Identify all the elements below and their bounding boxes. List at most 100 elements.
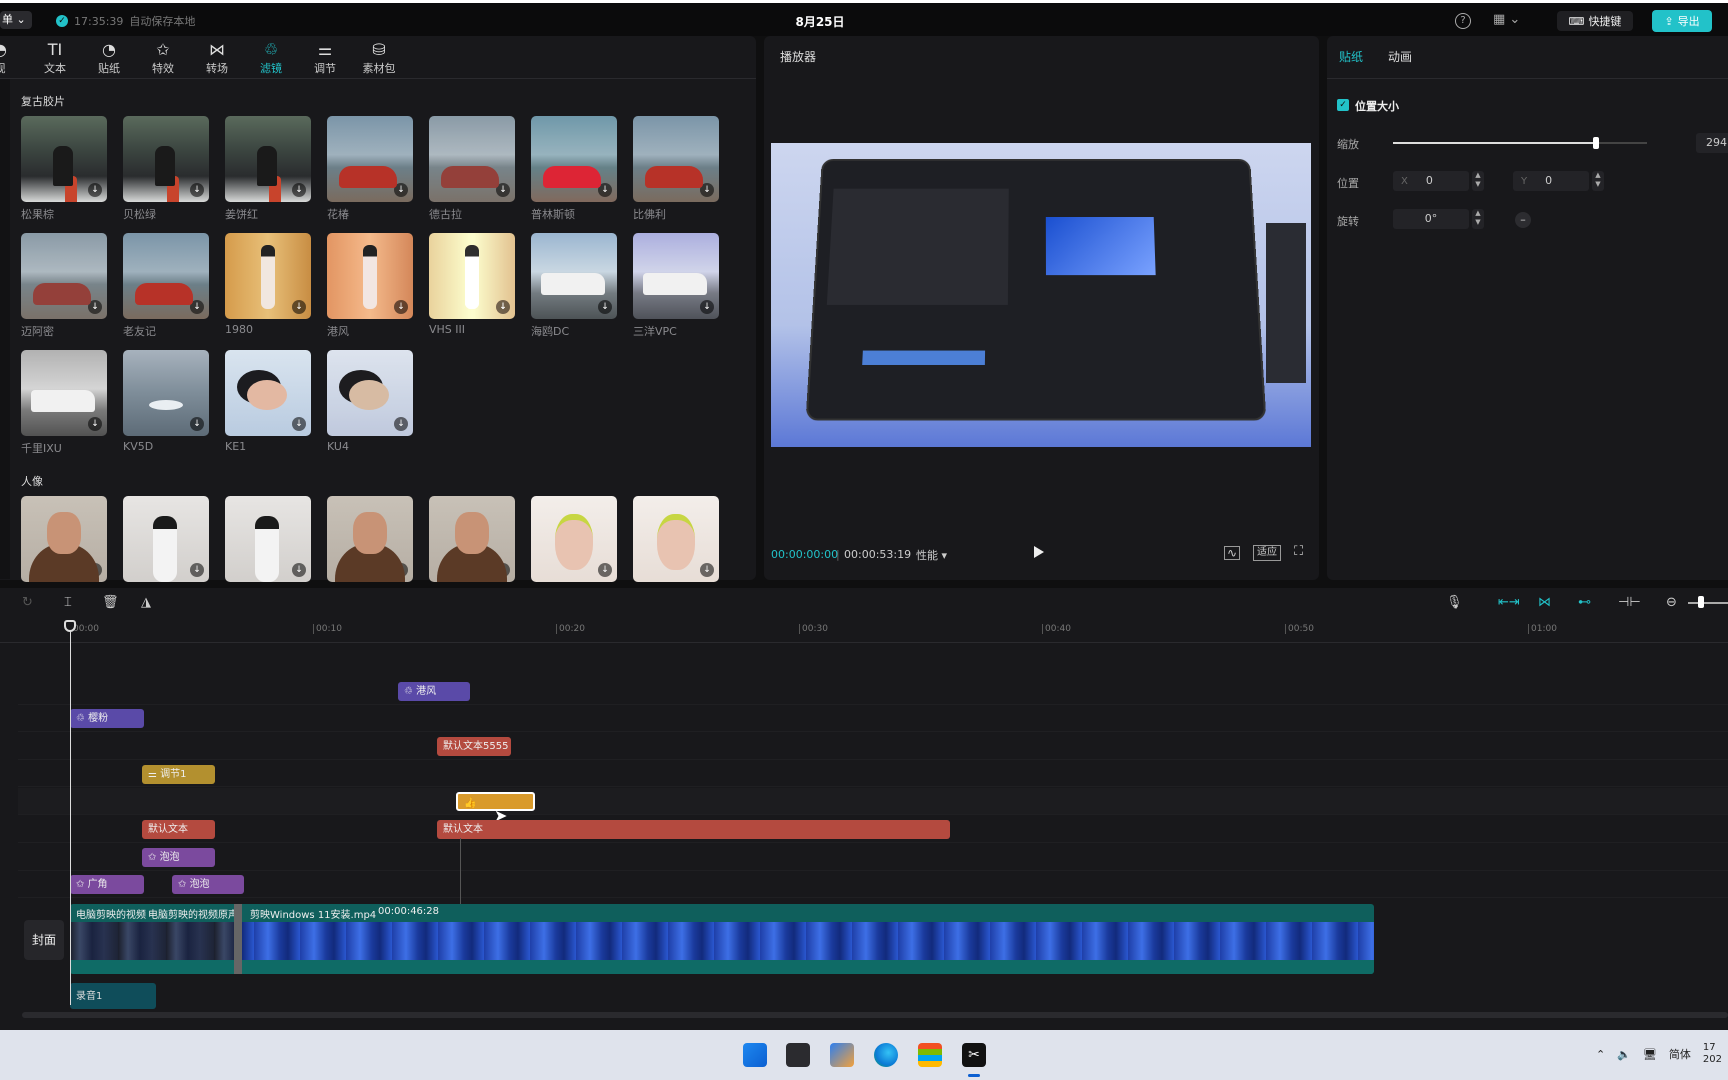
filter-item[interactable]: ↓ 花椿 bbox=[327, 116, 413, 233]
filter-clip[interactable]: ♲ 港风 bbox=[398, 682, 470, 701]
filter-item[interactable]: ↓ 1980 bbox=[225, 233, 311, 350]
download-icon[interactable]: ↓ bbox=[598, 300, 612, 314]
filter-thumbnail[interactable]: ↓ bbox=[327, 350, 413, 436]
filter-item[interactable]: ↓ 德古拉 bbox=[429, 116, 515, 233]
filter-thumbnail[interactable]: ↓ bbox=[327, 233, 413, 319]
filter-thumbnail[interactable]: ↓ bbox=[21, 350, 107, 436]
position-y-input[interactable]: Y0 bbox=[1513, 171, 1589, 191]
tab-package[interactable]: ⛁ 素材包 bbox=[352, 36, 406, 78]
performance-dropdown[interactable]: 性能 ▾ bbox=[916, 547, 947, 563]
scale-input[interactable]: 294 bbox=[1696, 133, 1728, 153]
filter-item[interactable]: ↓ 普林斯顿 bbox=[531, 116, 617, 233]
rotate-stepper[interactable]: ▲ ▼ bbox=[1472, 209, 1484, 229]
microphone-icon[interactable]: 🎙 bbox=[1446, 595, 1463, 610]
filter-thumbnail[interactable]: ↓ bbox=[123, 496, 209, 582]
filter-thumbnail[interactable]: ↓ bbox=[633, 116, 719, 202]
main-video-track[interactable]: 电脑剪映的视频 电脑剪映的视频原声 剪映Windows 11安装.mp4 00:… bbox=[70, 904, 1374, 974]
download-icon[interactable]: ↓ bbox=[700, 183, 714, 197]
filter-thumbnail[interactable]: ↓ bbox=[123, 350, 209, 436]
download-icon[interactable]: ↓ bbox=[496, 563, 510, 577]
filter-item[interactable]: ↓ 港风 bbox=[327, 233, 413, 350]
filter-item[interactable]: ↓ KV5D bbox=[123, 350, 209, 467]
download-icon[interactable]: ↓ bbox=[88, 417, 102, 431]
windows-start-icon[interactable] bbox=[743, 1043, 767, 1067]
clock[interactable]: 17 202 bbox=[1703, 1042, 1722, 1066]
download-icon[interactable]: ↓ bbox=[496, 300, 510, 314]
filter-thumbnail[interactable]: ↓ bbox=[429, 116, 515, 202]
filter-thumbnail[interactable]: ↓ bbox=[123, 233, 209, 319]
filter-thumbnail[interactable]: ↓ bbox=[123, 116, 209, 202]
tab-adjust[interactable]: ⚌ 调节 bbox=[298, 36, 352, 78]
filter-thumbnail[interactable]: ↓ bbox=[633, 496, 719, 582]
filter-thumbnail[interactable]: ↓ bbox=[21, 116, 107, 202]
tab-audio[interactable]: ◔ 视频 bbox=[0, 36, 10, 78]
widgets-icon[interactable] bbox=[830, 1043, 854, 1067]
download-icon[interactable]: ↓ bbox=[190, 300, 204, 314]
download-icon[interactable]: ↓ bbox=[394, 417, 408, 431]
effect-clip[interactable]: ✩ 泡泡 bbox=[172, 875, 244, 894]
y-stepper[interactable]: ▲ ▼ bbox=[1592, 171, 1604, 191]
filter-item[interactable]: ↓ KU4 bbox=[327, 350, 413, 467]
download-icon[interactable]: ↓ bbox=[292, 183, 306, 197]
filter-thumbnail[interactable]: ↓ bbox=[531, 496, 617, 582]
fullscreen-icon[interactable]: ⛶ bbox=[1294, 544, 1303, 559]
download-icon[interactable]: ↓ bbox=[88, 300, 102, 314]
filter-item[interactable]: ↓ 老友记 bbox=[123, 233, 209, 350]
rotate-reset-icon[interactable]: – bbox=[1515, 212, 1531, 228]
auto-snap-icon[interactable]: ⋈ bbox=[1538, 595, 1551, 610]
task-view-icon[interactable] bbox=[786, 1043, 810, 1067]
audio-clip[interactable]: 录音1 bbox=[70, 983, 156, 1009]
help-icon[interactable]: ? bbox=[1455, 13, 1471, 29]
filter-thumbnail[interactable]: ↓ bbox=[21, 233, 107, 319]
filter-item[interactable]: ↓ 姜饼红 bbox=[225, 116, 311, 233]
split-icon[interactable]: ⌶ bbox=[64, 595, 72, 610]
edge-icon[interactable] bbox=[874, 1043, 898, 1067]
timeline-scrollbar[interactable] bbox=[22, 1012, 1728, 1018]
volume-icon[interactable]: 🔈 bbox=[1617, 1048, 1631, 1061]
delete-icon[interactable]: 🗑 bbox=[102, 595, 119, 610]
preview-axis-icon[interactable]: ⊣⊢ bbox=[1618, 595, 1641, 610]
download-icon[interactable]: ↓ bbox=[394, 183, 408, 197]
waveform-icon[interactable]: ∿ bbox=[1224, 546, 1241, 560]
download-icon[interactable]: ↓ bbox=[700, 563, 714, 577]
adjust-clip[interactable]: ⚌ 调节1 bbox=[142, 765, 215, 784]
filter-item[interactable]: ↓ 松果棕 bbox=[21, 116, 107, 233]
mirror-icon[interactable]: ◮ bbox=[141, 595, 151, 610]
store-icon[interactable] bbox=[918, 1043, 942, 1067]
filter-item[interactable]: ↓ 贝松绿 bbox=[123, 116, 209, 233]
download-icon[interactable]: ↓ bbox=[190, 417, 204, 431]
download-icon[interactable]: ↓ bbox=[292, 417, 306, 431]
filter-item[interactable]: ↓ 比佛利 bbox=[633, 116, 719, 233]
scale-slider-handle[interactable] bbox=[1593, 137, 1600, 149]
filter-thumbnail[interactable]: ↓ bbox=[327, 496, 413, 582]
filter-item[interactable]: ↓ 三洋VPC bbox=[633, 233, 719, 350]
shortcut-button[interactable]: ⌨ 快捷键 bbox=[1557, 11, 1633, 31]
text-clip[interactable]: 默认文本 bbox=[142, 820, 215, 839]
playhead-line[interactable] bbox=[70, 620, 71, 1005]
tab-sticker[interactable]: ◔ 贴纸 bbox=[82, 36, 136, 78]
filter-thumbnail[interactable]: ↓ bbox=[429, 496, 515, 582]
clip-split-handle[interactable] bbox=[234, 904, 242, 974]
link-icon[interactable]: ⊷ bbox=[1578, 595, 1591, 610]
tab-effects[interactable]: ✩ 特效 bbox=[136, 36, 190, 78]
download-icon[interactable]: ↓ bbox=[598, 563, 612, 577]
filter-thumbnail[interactable]: ↓ bbox=[225, 496, 311, 582]
filter-thumbnail[interactable]: ↓ bbox=[531, 116, 617, 202]
position-size-checkbox[interactable]: ✓ bbox=[1337, 99, 1349, 111]
filter-thumbnail[interactable]: ↓ bbox=[429, 233, 515, 319]
effect-clip[interactable]: ✩ 泡泡 bbox=[142, 848, 215, 867]
main-track-magnet-icon[interactable]: ⇤⇥ bbox=[1498, 595, 1520, 610]
chevron-up-icon[interactable]: ⌃ bbox=[1596, 1048, 1605, 1061]
filter-thumbnail[interactable]: ↓ bbox=[633, 233, 719, 319]
time-ruler[interactable]: 00:00 00:10 00:20 00:30 00:40 00:50 01:00 bbox=[0, 620, 1728, 643]
play-icon[interactable] bbox=[1034, 546, 1044, 558]
cover-button[interactable]: 封面 bbox=[24, 920, 64, 960]
download-icon[interactable]: ↓ bbox=[598, 183, 612, 197]
tab-animation[interactable]: 动画 bbox=[1388, 48, 1412, 65]
tab-sticker-props[interactable]: 贴纸 bbox=[1339, 48, 1363, 65]
download-icon[interactable]: ↓ bbox=[190, 563, 204, 577]
text-clip[interactable]: 默认文本 bbox=[437, 820, 950, 839]
layout-icon[interactable]: ▦ ⌄ bbox=[1493, 12, 1520, 27]
download-icon[interactable]: ↓ bbox=[88, 563, 102, 577]
position-x-input[interactable]: X0 bbox=[1393, 171, 1469, 191]
